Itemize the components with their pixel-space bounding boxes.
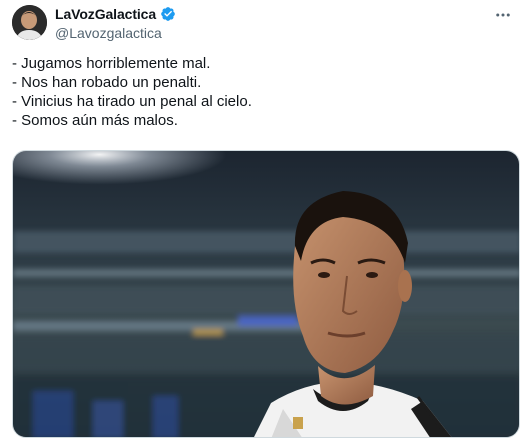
more-options-button[interactable]: [491, 6, 515, 24]
avatar[interactable]: [12, 5, 47, 40]
tweet-text: - Jugamos horriblemente mal. - Nos han r…: [12, 54, 517, 130]
tweet-line: - Vinicius ha tirado un penal al cielo.: [12, 93, 252, 110]
tweet-media-image[interactable]: [12, 150, 520, 438]
tweet-line: - Nos han robado un penalti.: [12, 74, 202, 91]
handle[interactable]: @Lavozgalactica: [55, 25, 176, 41]
display-name[interactable]: LaVozGalactica: [55, 6, 156, 22]
verified-badge-icon: [160, 6, 176, 22]
tweet-line: - Somos aún más malos.: [12, 112, 178, 129]
tweet-line: - Jugamos horriblemente mal.: [12, 55, 211, 72]
more-horizontal-icon: [496, 13, 510, 17]
tweet[interactable]: LaVozGalactica @Lavozgalactica - Jugamos…: [0, 0, 529, 443]
author-info: LaVozGalactica @Lavozgalactica: [55, 5, 176, 41]
